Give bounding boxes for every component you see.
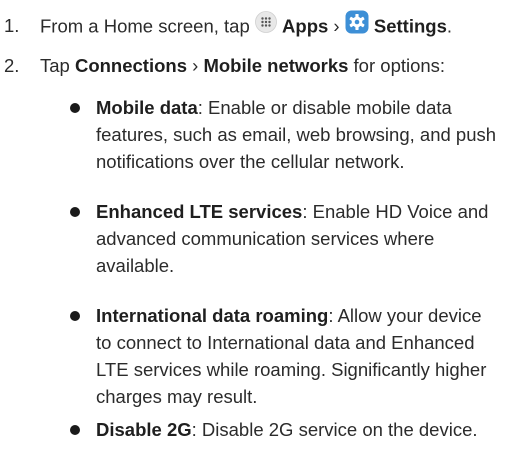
option-term: Disable 2G [96, 419, 192, 440]
option-term: Mobile data [96, 97, 198, 118]
step-text: Tap Connections › Mobile networks for op… [40, 55, 446, 76]
step-number: 1. [4, 15, 20, 36]
option-description: Mobile data: Enable or disable mobile da… [96, 97, 497, 172]
bullet-dot [70, 207, 80, 217]
option-description: Disable 2G: Disable 2G service on the de… [96, 419, 478, 440]
apps-grid-icon [254, 11, 277, 40]
mobile-networks-label: Mobile networks [203, 55, 349, 76]
bullet-dot [70, 103, 80, 113]
settings-label: Settings [373, 15, 447, 37]
step-number: 2. [4, 55, 20, 76]
option-description: Enhanced LTE services: Enable HD Voice a… [96, 201, 489, 276]
option-description: International data roaming: Allow your d… [96, 305, 487, 407]
option-term: International data roaming [96, 305, 329, 326]
bullet-dot [70, 311, 80, 321]
connections-label: Connections [74, 55, 187, 76]
apps-label: Apps [282, 15, 329, 37]
option-term: Enhanced LTE services [96, 201, 303, 222]
bullet-dot [70, 425, 80, 435]
step-text: From a Home screen, tap Apps › Settings. [40, 10, 452, 43]
settings-gear-icon [345, 10, 369, 41]
